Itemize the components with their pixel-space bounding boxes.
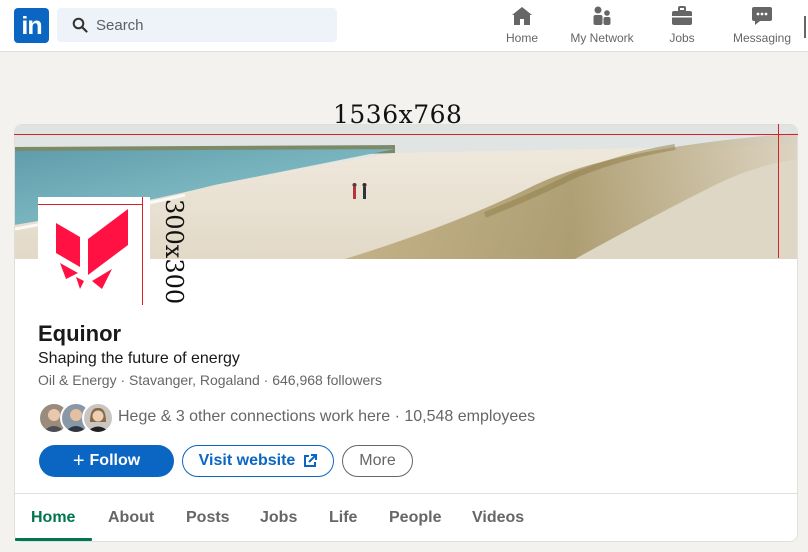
tab-people[interactable]: People xyxy=(389,509,441,527)
search-icon xyxy=(72,17,88,33)
company-name: Equinor xyxy=(38,321,122,346)
nav-item-messaging[interactable]: Messaging xyxy=(730,4,794,48)
network-icon xyxy=(593,6,611,25)
briefcase-icon xyxy=(672,6,692,25)
tab-about[interactable]: About xyxy=(108,509,154,527)
nav-label-jobs: Jobs xyxy=(669,31,695,45)
plus-icon: + xyxy=(72,449,85,472)
logo-dimension-guide-top xyxy=(38,204,142,205)
logo-dimension-guide-right xyxy=(142,197,143,305)
nav-overflow-edge xyxy=(804,16,806,38)
company-profile-card xyxy=(14,124,798,542)
nav-item-my-network[interactable]: My Network xyxy=(566,4,638,48)
company-meta: Oil & Energy · Stavanger, Rogaland · 646… xyxy=(38,372,382,388)
avatar xyxy=(82,402,114,434)
equinor-logo-mark xyxy=(56,209,128,289)
visit-website-label: Visit website xyxy=(198,452,296,469)
linkedin-logo[interactable]: in xyxy=(14,8,49,43)
tab-home[interactable]: Home xyxy=(31,509,75,527)
follow-button[interactable]: + Follow xyxy=(39,445,174,477)
search-input[interactable] xyxy=(96,8,326,42)
banner-size-label: 1536x768 xyxy=(333,100,463,129)
messaging-icon xyxy=(752,7,772,25)
top-nav: in Home My Network Jobs xyxy=(0,0,808,52)
follow-label: Follow xyxy=(89,452,141,469)
banner-dimension-guide-right xyxy=(778,124,779,258)
home-icon xyxy=(512,7,532,25)
visit-website-button[interactable]: Visit website xyxy=(182,445,334,477)
company-tagline: Shaping the future of energy xyxy=(38,350,240,367)
tabs-divider xyxy=(15,493,797,494)
tab-posts[interactable]: Posts xyxy=(186,509,230,527)
nav-label-home: Home xyxy=(505,31,538,45)
logo-size-label: 300x300 xyxy=(160,199,188,305)
banner-dimension-guide-top xyxy=(14,134,798,135)
connections-summary[interactable]: Hege & 3 other connections work here · 1… xyxy=(118,408,535,426)
more-button[interactable]: More xyxy=(342,445,413,477)
nav-item-jobs[interactable]: Jobs xyxy=(662,4,702,48)
nav-label-my-network: My Network xyxy=(570,31,634,45)
external-link-icon xyxy=(304,454,318,467)
nav-item-home[interactable]: Home xyxy=(502,4,542,48)
tab-life[interactable]: Life xyxy=(329,509,357,527)
tab-videos[interactable]: Videos xyxy=(472,509,524,527)
connection-avatars[interactable] xyxy=(38,402,114,434)
more-label: More xyxy=(359,452,396,469)
tab-jobs[interactable]: Jobs xyxy=(260,509,297,527)
active-tab-indicator xyxy=(15,538,92,541)
company-logo[interactable] xyxy=(38,197,150,307)
nav-label-messaging: Messaging xyxy=(732,31,792,45)
search-bar[interactable] xyxy=(57,8,337,42)
